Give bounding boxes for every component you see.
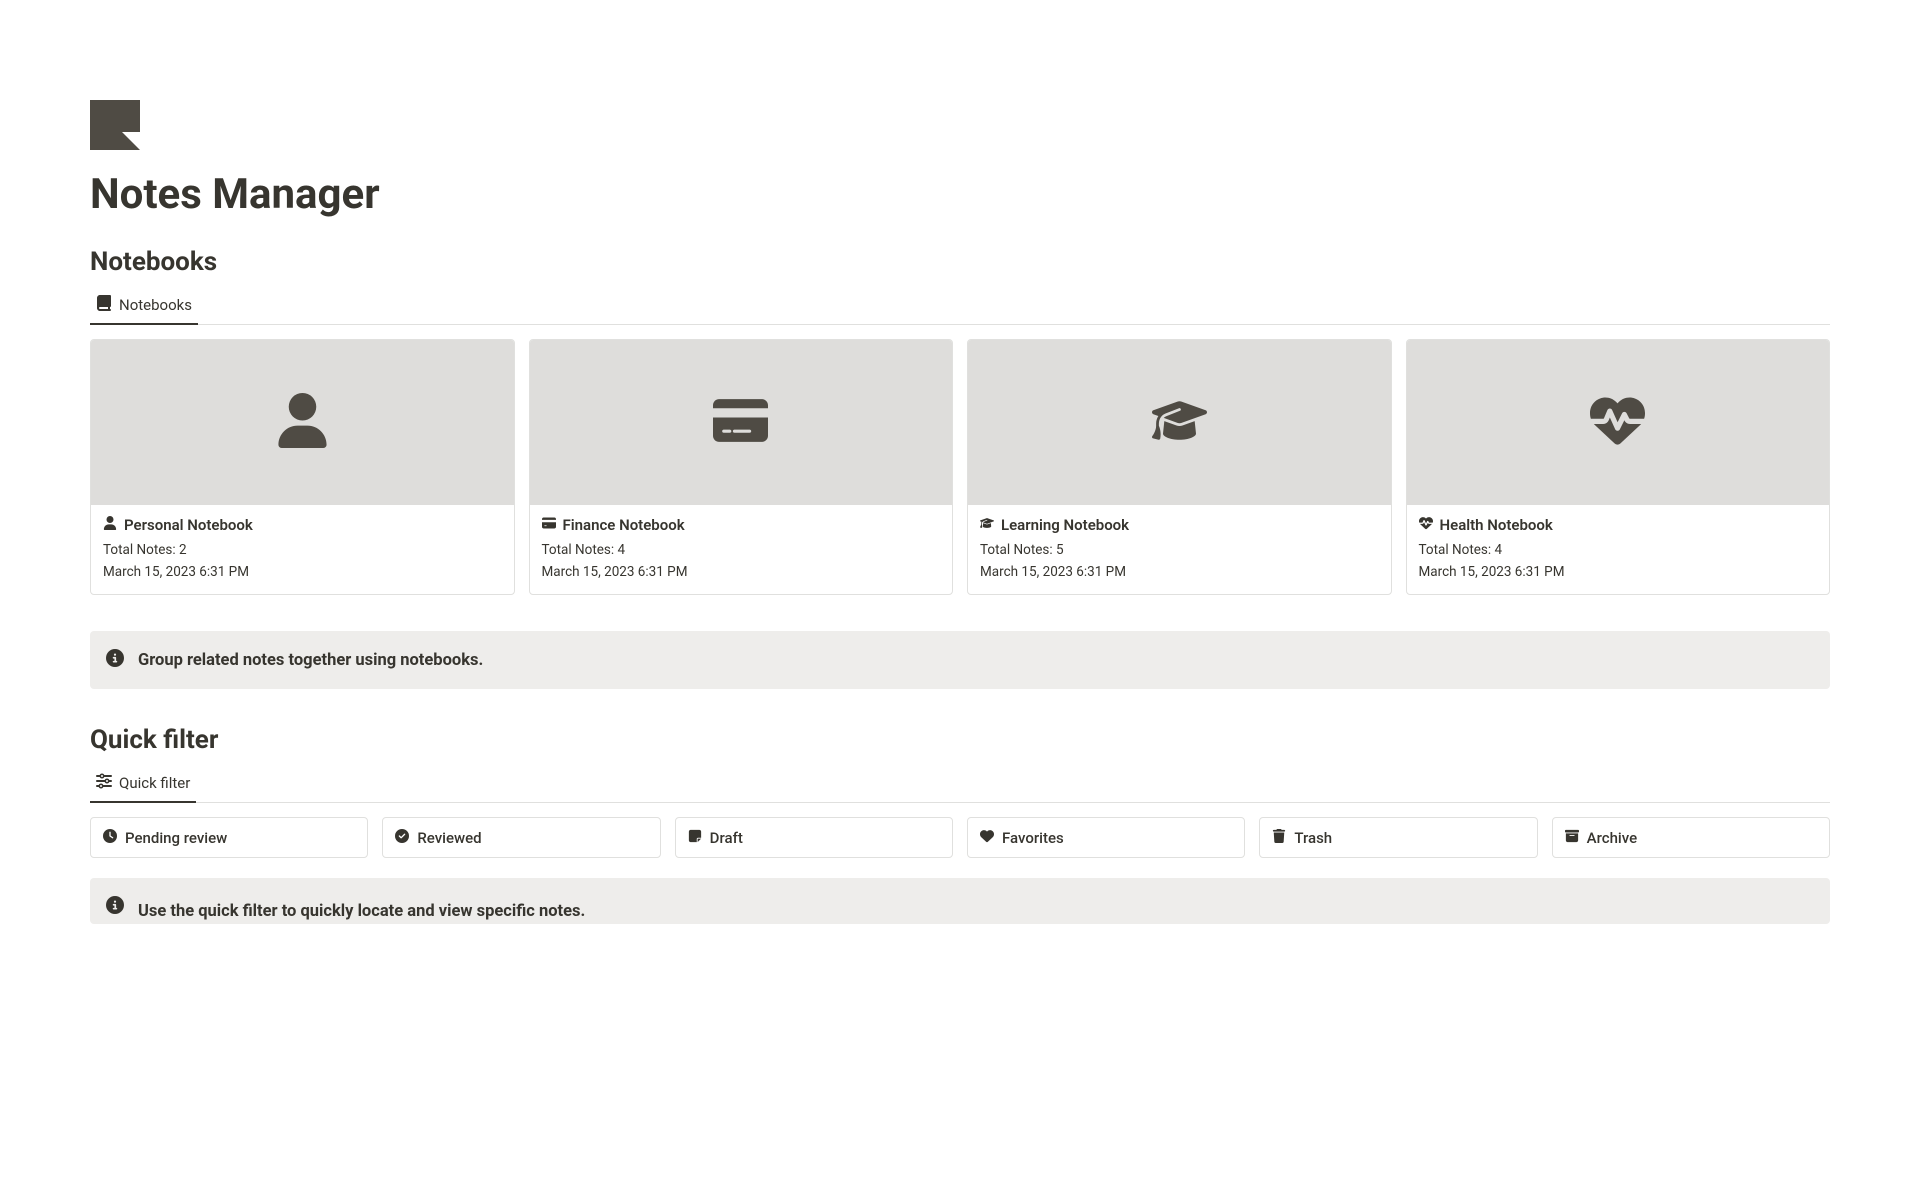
filter-draft[interactable]: Draft (675, 817, 953, 858)
trash-icon (1272, 828, 1286, 847)
info-icon (106, 649, 124, 671)
tab-label: Quick filter (119, 774, 190, 792)
clock-icon (103, 828, 117, 847)
card-date: March 15, 2023 6:31 PM (1419, 564, 1818, 580)
filter-pending-review[interactable]: Pending review (90, 817, 368, 858)
heart-pulse-icon (1419, 515, 1433, 534)
filter-label: Archive (1587, 829, 1637, 847)
card-cover (1407, 340, 1830, 505)
card-total: Total Notes: 4 (1419, 542, 1818, 558)
sliders-icon (96, 773, 112, 793)
card-cover (91, 340, 514, 505)
notebooks-info-banner: Group related notes together using noteb… (90, 631, 1830, 689)
graduation-cap-icon (980, 515, 994, 534)
info-text: Use the quick filter to quickly locate a… (138, 902, 585, 921)
card-total: Total Notes: 5 (980, 542, 1379, 558)
notebooks-heading: Notebooks (90, 247, 1830, 277)
card-cover (530, 340, 953, 505)
filter-label: Favorites (1002, 829, 1064, 847)
filter-reviewed[interactable]: Reviewed (382, 817, 660, 858)
heart-icon (980, 828, 994, 847)
book-icon (96, 295, 112, 315)
card-total: Total Notes: 4 (542, 542, 941, 558)
info-text: Group related notes together using noteb… (138, 651, 483, 670)
page-icon (90, 100, 140, 150)
card-title: Health Notebook (1440, 516, 1553, 534)
filter-label: Trash (1294, 829, 1332, 847)
card-total: Total Notes: 2 (103, 542, 502, 558)
person-icon (103, 515, 117, 534)
card-body: Health Notebook Total Notes: 4 March 15,… (1407, 505, 1830, 594)
notebook-card-learning[interactable]: Learning Notebook Total Notes: 5 March 1… (967, 339, 1392, 595)
quick-filter-info-banner: Use the quick filter to quickly locate a… (90, 878, 1830, 924)
filter-label: Pending review (125, 829, 227, 847)
box-archive-icon (1565, 828, 1579, 847)
card-date: March 15, 2023 6:31 PM (980, 564, 1379, 580)
filter-cards: Pending review Reviewed Draft Favorites … (90, 817, 1830, 858)
filter-archive[interactable]: Archive (1552, 817, 1830, 858)
tab-quick-filter[interactable]: Quick filter (90, 765, 196, 803)
card-date: March 15, 2023 6:31 PM (103, 564, 502, 580)
notebook-card-personal[interactable]: Personal Notebook Total Notes: 2 March 1… (90, 339, 515, 595)
filter-favorites[interactable]: Favorites (967, 817, 1245, 858)
info-icon (106, 896, 124, 918)
credit-card-icon (542, 515, 556, 534)
heart-pulse-icon (1590, 393, 1645, 452)
card-title: Personal Notebook (124, 516, 253, 534)
card-date: March 15, 2023 6:31 PM (542, 564, 941, 580)
graduation-cap-icon (1152, 393, 1207, 452)
card-body: Finance Notebook Total Notes: 4 March 15… (530, 505, 953, 594)
check-circle-icon (395, 828, 409, 847)
person-icon (275, 393, 330, 452)
page-title: Notes Manager (90, 170, 1830, 219)
filter-label: Reviewed (417, 829, 481, 847)
note-sticky-icon (688, 828, 702, 847)
notebook-card-finance[interactable]: Finance Notebook Total Notes: 4 March 15… (529, 339, 954, 595)
quick-filter-tabs: Quick filter (90, 765, 1830, 803)
filter-trash[interactable]: Trash (1259, 817, 1537, 858)
credit-card-icon (713, 393, 768, 452)
card-title: Finance Notebook (563, 516, 685, 534)
notebooks-cards: Personal Notebook Total Notes: 2 March 1… (90, 339, 1830, 595)
quick-filter-heading: Quick filter (90, 725, 1830, 755)
card-cover (968, 340, 1391, 505)
card-body: Learning Notebook Total Notes: 5 March 1… (968, 505, 1391, 594)
tab-label: Notebooks (119, 296, 192, 314)
card-title: Learning Notebook (1001, 516, 1129, 534)
notebooks-tabs: Notebooks (90, 287, 1830, 325)
filter-label: Draft (710, 829, 743, 847)
card-body: Personal Notebook Total Notes: 2 March 1… (91, 505, 514, 594)
notebook-card-health[interactable]: Health Notebook Total Notes: 4 March 15,… (1406, 339, 1831, 595)
tab-notebooks[interactable]: Notebooks (90, 287, 198, 325)
